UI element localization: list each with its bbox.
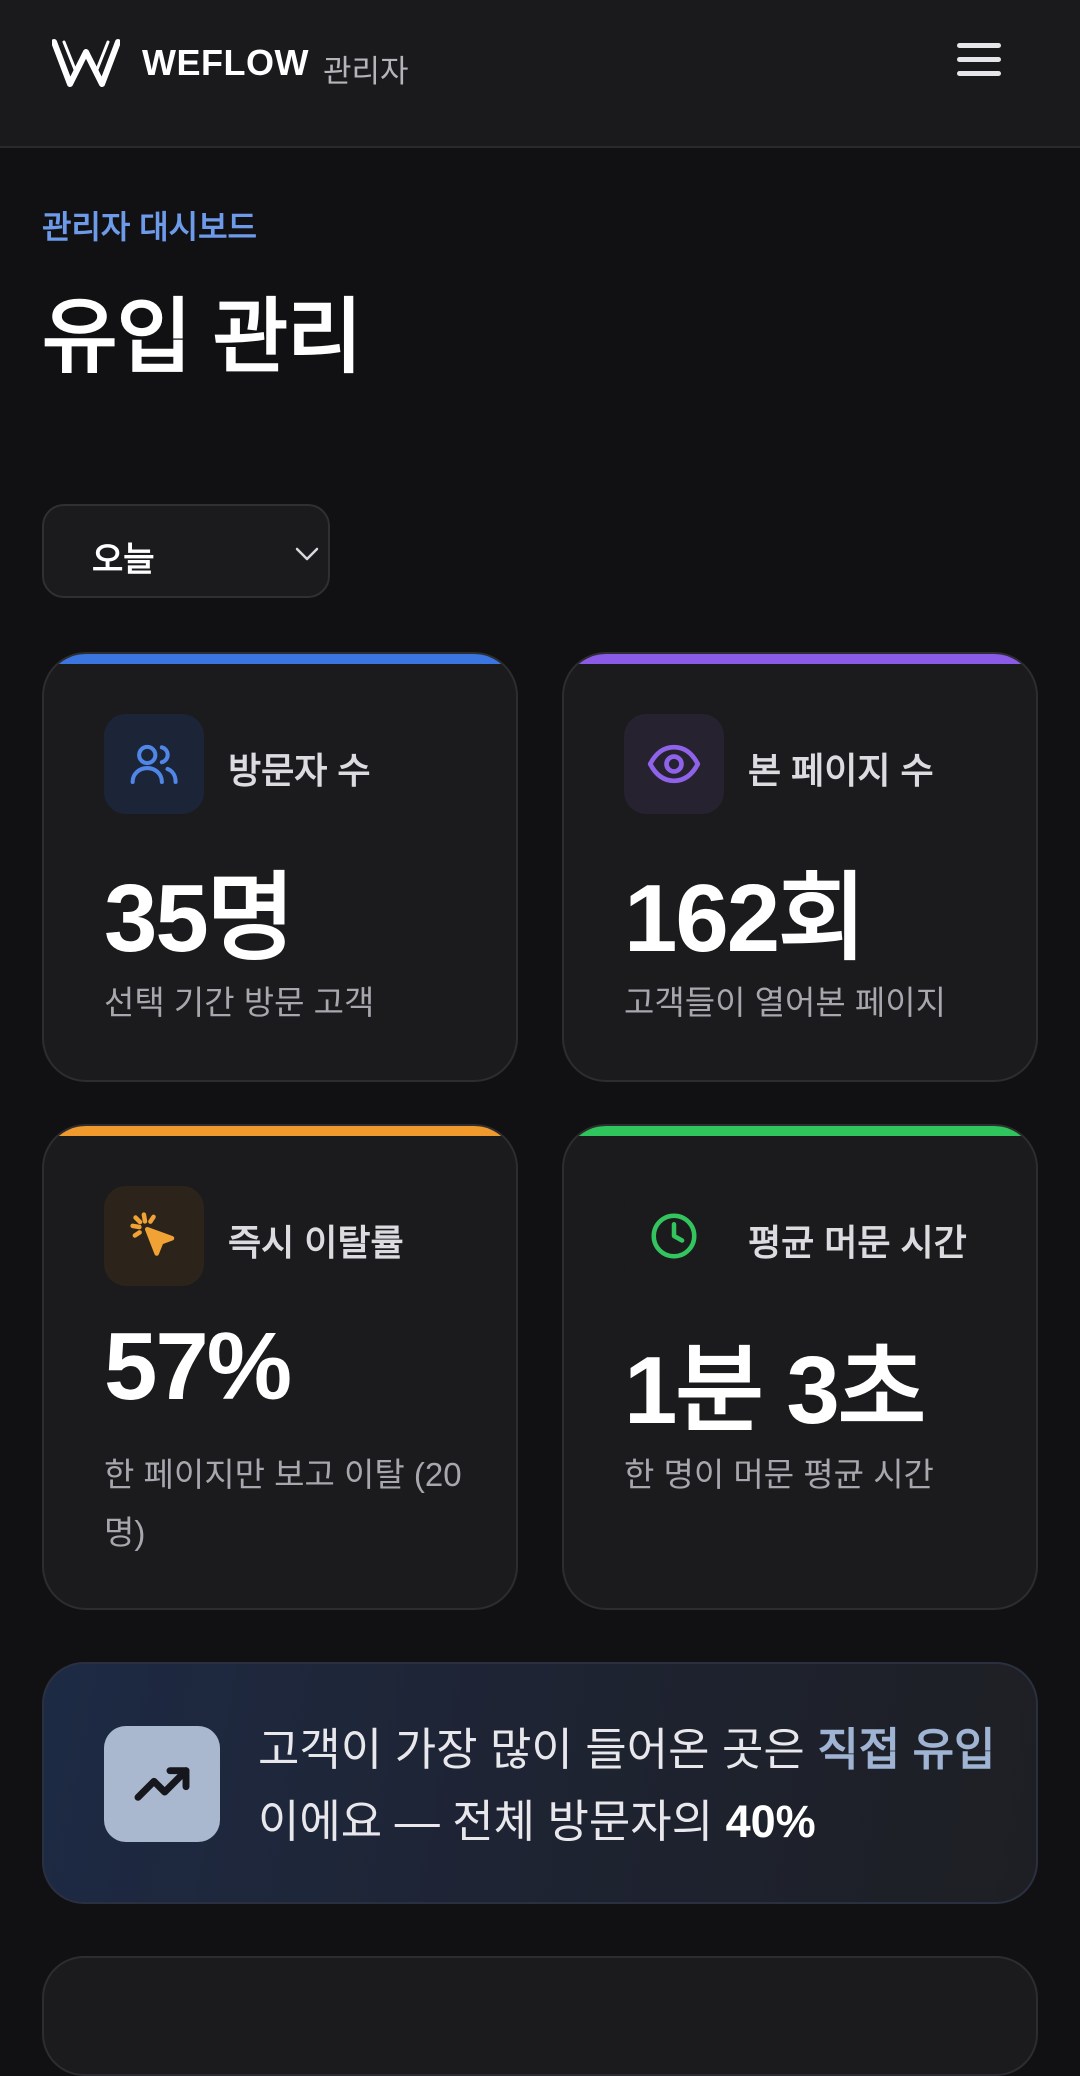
stat-label: 본 페이지 수	[748, 750, 934, 791]
insight-text: 고객이 가장 많이 들어온 곳은 직접 유입 이에요 — 전체 방문자의 40%	[258, 1714, 998, 1858]
insight-text-before: 고객이 가장 많이 들어온 곳은	[258, 1724, 818, 1775]
insight-banner: 고객이 가장 많이 들어온 곳은 직접 유입 이에요 — 전체 방문자의 40%	[42, 1662, 1038, 1904]
trending-up-icon	[104, 1726, 220, 1842]
stat-value: 35명	[104, 865, 295, 972]
next-section-card	[42, 1956, 1038, 2076]
period-select[interactable]: 오늘	[42, 504, 330, 598]
insight-text-middle: 이에요 — 전체 방문자의	[258, 1796, 726, 1847]
chevron-down-icon	[295, 547, 319, 561]
stat-description: 한 페이지만 보고 이탈 (20명)	[104, 1456, 462, 1551]
stat-value: 162회	[624, 865, 866, 972]
clock-icon	[624, 1186, 724, 1286]
stat-card-avg-time: 평균 머문 시간 1분 3초 한 명이 머문 평균 시간	[562, 1124, 1038, 1610]
stat-label: 즉시 이탈률	[228, 1222, 404, 1263]
stat-description: 한 명이 머문 평균 시간	[624, 1456, 934, 1493]
stat-description: 선택 기간 방문 고객	[104, 984, 375, 1021]
insight-highlight: 직접 유입	[817, 1724, 996, 1775]
brand-name: WEFLOW	[142, 42, 309, 83]
users-icon	[104, 714, 204, 814]
card-accent-bar	[564, 1126, 1036, 1136]
stat-value: 1분 3초	[624, 1337, 926, 1444]
stat-label: 평균 머문 시간	[748, 1222, 967, 1263]
eye-icon	[624, 714, 724, 814]
cursor-click-icon	[104, 1186, 204, 1286]
top-header: WEFLOW 관리자	[0, 0, 1080, 148]
weflow-logo-icon[interactable]	[52, 38, 120, 88]
stat-value: 57%	[104, 1313, 292, 1420]
breadcrumb: 관리자 대시보드	[42, 209, 257, 245]
stat-card-visitors: 방문자 수 35명 선택 기간 방문 고객	[42, 652, 518, 1082]
hamburger-menu-icon[interactable]	[950, 38, 1008, 88]
card-accent-bar	[564, 654, 1036, 664]
stat-label: 방문자 수	[228, 750, 371, 791]
insight-percent: 40%	[725, 1796, 816, 1847]
brand-subtitle: 관리자	[323, 54, 409, 89]
page-title: 유입 관리	[42, 292, 363, 383]
card-accent-bar	[44, 654, 516, 664]
stat-card-pageviews: 본 페이지 수 162회 고객들이 열어본 페이지	[562, 652, 1038, 1082]
card-accent-bar	[44, 1126, 516, 1136]
stat-card-bounce: 즉시 이탈률 57% 한 페이지만 보고 이탈 (20명)	[42, 1124, 518, 1610]
period-select-value: 오늘	[92, 541, 155, 579]
stat-description: 고객들이 열어본 페이지	[624, 984, 946, 1021]
